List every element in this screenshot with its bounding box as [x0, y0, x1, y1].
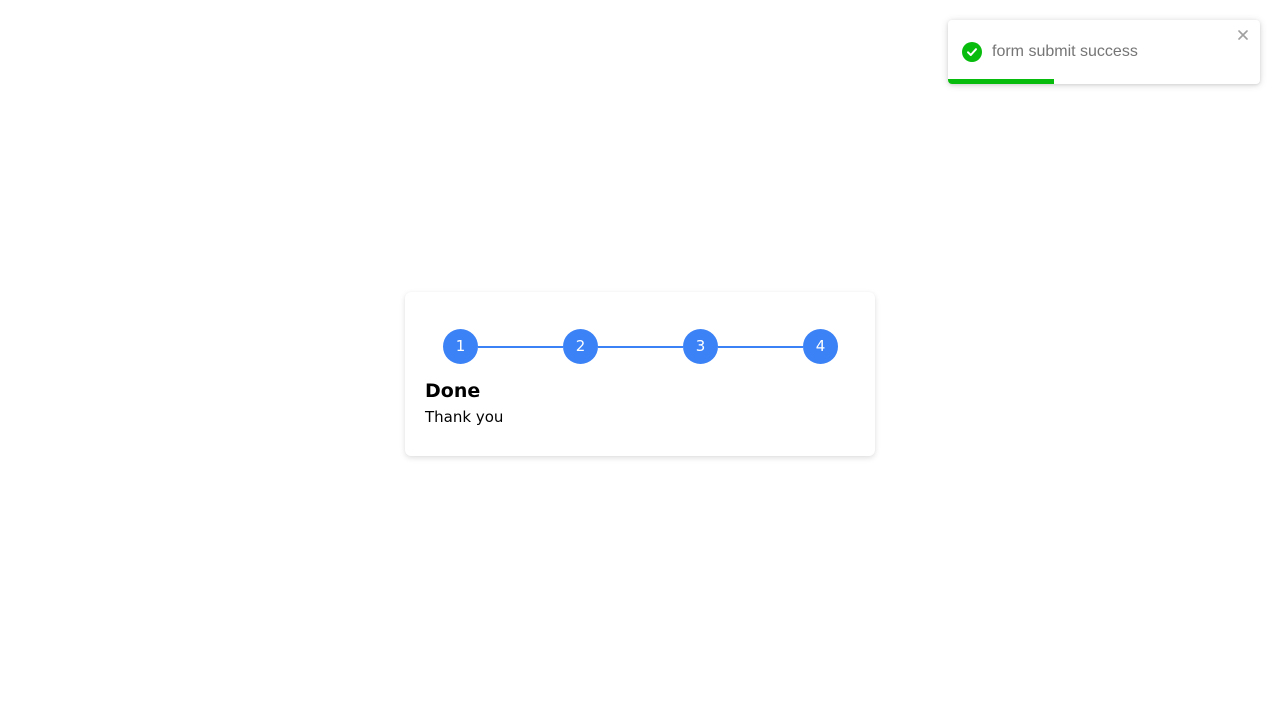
step-connector: [478, 345, 563, 348]
check-circle-icon: [962, 42, 982, 62]
card-subtitle: Thank you: [425, 408, 504, 426]
toast-close-button[interactable]: [1236, 28, 1250, 42]
toast-progress-bar: [948, 79, 1260, 84]
success-toast[interactable]: form submit success: [948, 20, 1260, 84]
step-3[interactable]: 3: [683, 329, 718, 364]
step-connector: [598, 345, 683, 348]
step-connector: [718, 345, 803, 348]
close-icon: [1238, 30, 1248, 40]
stepper: 1 2 3 4: [443, 329, 838, 364]
card-title: Done: [425, 380, 481, 402]
completion-card: 1 2 3 4 Done Thank you: [405, 292, 875, 456]
step-1[interactable]: 1: [443, 329, 478, 364]
step-4[interactable]: 4: [803, 329, 838, 364]
toast-progress-fill: [948, 79, 1055, 84]
step-2[interactable]: 2: [563, 329, 598, 364]
toast-message: form submit success: [992, 43, 1138, 60]
